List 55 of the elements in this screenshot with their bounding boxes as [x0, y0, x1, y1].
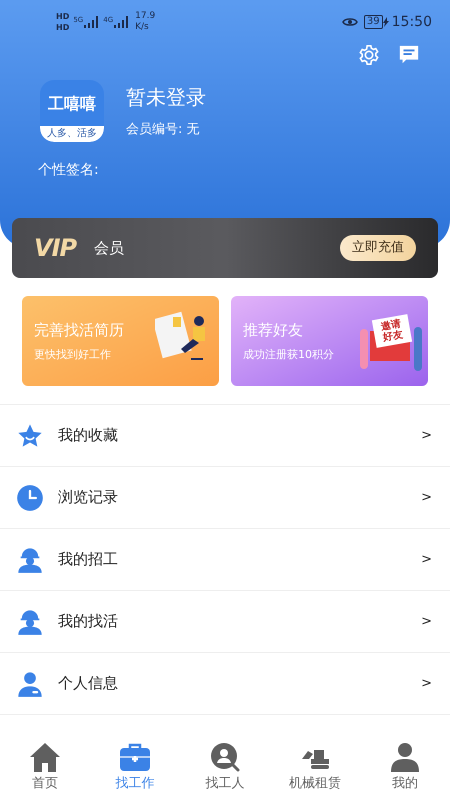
chevron-arrow: > [421, 612, 433, 631]
menu-item[interactable]: 浏览记录 > [0, 467, 450, 529]
promo-title: 推荐好友 [243, 320, 304, 340]
message-icon[interactable] [398, 44, 420, 66]
settings-icon[interactable] [358, 44, 380, 66]
battery-level: 39 [364, 15, 383, 29]
person-icon [16, 670, 44, 698]
chevron-arrow: > [421, 674, 433, 693]
menu-label: 我的找活 [58, 611, 119, 632]
network-speed: 17.9 [135, 11, 156, 22]
tab-item[interactable]: 我的 [360, 736, 450, 800]
menu-label: 个人信息 [58, 673, 119, 694]
menu-item[interactable]: 我的收藏 > [0, 405, 450, 467]
promo-subtitle: 成功注册获10积分 [243, 347, 335, 363]
recharge-button[interactable]: 立即充值 [340, 235, 416, 261]
invite-art-text: 邀请好友 [379, 318, 405, 344]
worker-icon [16, 608, 44, 636]
logo-title: 工嘻嘻 [48, 93, 96, 115]
menu-label: 我的收藏 [58, 425, 119, 446]
sim-label: HD [56, 11, 70, 22]
user-name: 暂未登录 [126, 84, 206, 112]
briefcase-icon [119, 742, 151, 772]
menu-item[interactable]: 我的找活 > [0, 591, 450, 653]
eye-icon [342, 16, 358, 28]
menu-label: 我的招工 [58, 549, 119, 570]
home-icon [29, 742, 61, 772]
search-person-icon [209, 742, 241, 772]
chevron-arrow: > [421, 488, 433, 507]
tab-item[interactable]: 机械租赁 [270, 736, 360, 800]
clock-icon [16, 484, 44, 512]
menu-item[interactable]: 我的招工 > [0, 529, 450, 591]
logo-tagline: 人多、活多 [40, 126, 104, 142]
promo-title: 完善找活简历 [34, 320, 125, 340]
tab-item[interactable]: 找工人 [180, 736, 270, 800]
worker-icon [16, 546, 44, 574]
signature-label: 个性签名: [37, 161, 100, 180]
menu-item[interactable]: 个人信息 > [0, 653, 450, 715]
clock-time: 15:50 [392, 12, 432, 32]
vip-label: 会员 [94, 238, 124, 259]
promo-subtitle: 更快找到好工作 [34, 347, 112, 363]
sim-label: HD [56, 22, 70, 33]
tab-item[interactable]: 找工作 [90, 736, 180, 800]
vip-logo: VIP [34, 233, 76, 264]
promo-card[interactable]: 推荐好友 成功注册获10积分 邀请好友 [231, 296, 428, 386]
speed-unit: K/s [135, 22, 150, 33]
user-icon [389, 742, 421, 772]
vip-card[interactable]: VIP 会员 立即充值 [12, 218, 438, 278]
tab-item[interactable]: 首页 [0, 736, 90, 800]
menu-label: 浏览记录 [58, 487, 119, 508]
signal-icon [113, 15, 130, 29]
chevron-arrow: > [421, 550, 433, 569]
signal-icon [83, 15, 100, 29]
member-id: 会员编号: 无 [126, 121, 201, 140]
chevron-arrow: > [421, 426, 433, 445]
charging-icon [382, 17, 389, 27]
